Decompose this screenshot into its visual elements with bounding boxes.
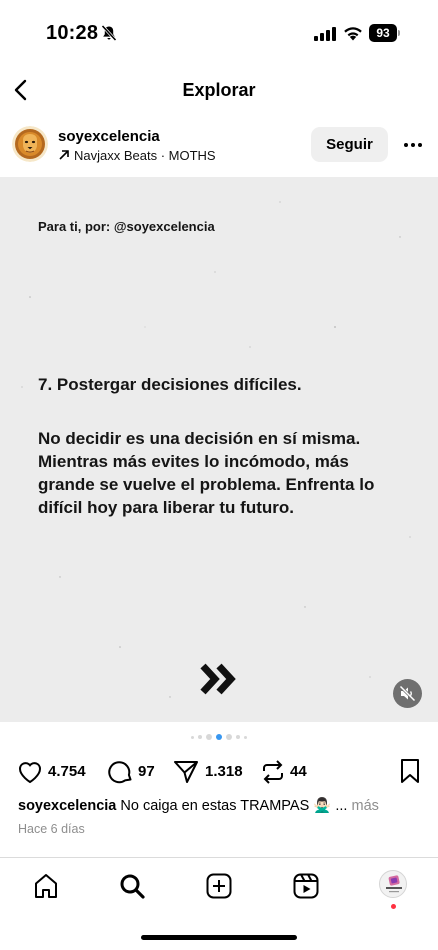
carousel-dot xyxy=(191,735,194,739)
for-you-text: Para ti, por: @soyexcelencia xyxy=(38,219,215,234)
mute-button[interactable] xyxy=(393,679,422,708)
post-header: soyexcelencia Navjaxx Beats · MOTHS Segu… xyxy=(0,118,438,174)
post-image[interactable]: Para ti, por: @soyexcelencia 7. Posterga… xyxy=(0,177,438,722)
post-timestamp: Hace 6 días xyxy=(18,822,85,836)
share-button[interactable]: 1.318 xyxy=(172,758,246,786)
double-chevron-right-icon[interactable] xyxy=(199,661,239,697)
status-bar: 10:28 93 xyxy=(0,0,438,62)
battery-level: 93 xyxy=(369,24,397,42)
caption-more-link[interactable]: más xyxy=(351,798,378,814)
bookmark-icon[interactable] xyxy=(398,758,422,784)
profile-avatar[interactable] xyxy=(379,870,407,898)
share-count: 1.318 xyxy=(205,763,243,780)
lion-logo-icon xyxy=(12,126,48,162)
avatar[interactable] xyxy=(12,126,48,162)
home-indicator xyxy=(141,935,297,940)
action-bar: 4.754 97 1.318 44 xyxy=(0,754,438,788)
carousel-dot-active xyxy=(216,734,222,740)
post-body-text: No decidir es una decisión en sí misma. … xyxy=(38,429,375,517)
wifi-icon xyxy=(344,27,362,41)
create-icon[interactable] xyxy=(204,871,234,901)
post-username[interactable]: soyexcelencia xyxy=(58,128,160,145)
paper-plane-icon xyxy=(174,761,198,783)
nav-header: Explorar xyxy=(0,66,438,114)
tab-bar xyxy=(0,857,438,917)
ellipsis-icon[interactable] xyxy=(398,132,428,158)
comment-count: 97 xyxy=(138,763,155,780)
carousel-dot xyxy=(244,735,247,739)
status-time: 10:28 xyxy=(46,22,99,44)
follow-button[interactable]: Seguir xyxy=(311,127,388,162)
arrow-up-right-icon xyxy=(59,150,69,160)
comment-icon xyxy=(108,761,132,784)
notification-dot xyxy=(391,904,396,909)
carousel-dot xyxy=(206,734,212,740)
speaker-muted-icon xyxy=(399,685,416,702)
home-icon[interactable] xyxy=(31,871,61,901)
comment-button[interactable]: 97 xyxy=(107,758,161,786)
carousel-dot xyxy=(236,735,240,739)
battery-cap xyxy=(398,30,400,36)
signal-icon xyxy=(314,27,336,41)
repost-count: 44 xyxy=(290,763,307,780)
caption-username[interactable]: soyexcelencia xyxy=(18,798,116,814)
reels-icon[interactable] xyxy=(291,871,321,901)
caption-text: No caiga en estas TRAMPAS 🙅🏻‍♂️ ... xyxy=(120,798,348,814)
battery-icon: 93 xyxy=(369,24,401,42)
carousel-dot xyxy=(226,734,232,740)
like-count: 4.754 xyxy=(48,763,86,780)
bell-slash-icon xyxy=(101,24,117,42)
carousel-indicator xyxy=(0,734,438,744)
repost-icon xyxy=(263,760,283,784)
post-caption: soyexcelencia No caiga en estas TRAMPAS … xyxy=(18,797,428,814)
carousel-dot xyxy=(198,735,202,739)
post-headline: 7. Postergar decisiones difíciles. xyxy=(38,375,302,394)
post-audio-link[interactable]: Navjaxx Beats · MOTHS xyxy=(58,148,216,163)
page-title: Explorar xyxy=(182,80,256,100)
post-audio-label: Navjaxx Beats · MOTHS xyxy=(74,148,216,163)
profile-logo-icon xyxy=(386,875,402,893)
repost-button[interactable]: 44 xyxy=(259,758,315,786)
like-button[interactable]: 4.754 xyxy=(16,758,94,786)
search-icon[interactable] xyxy=(117,871,147,901)
heart-icon xyxy=(18,762,42,784)
